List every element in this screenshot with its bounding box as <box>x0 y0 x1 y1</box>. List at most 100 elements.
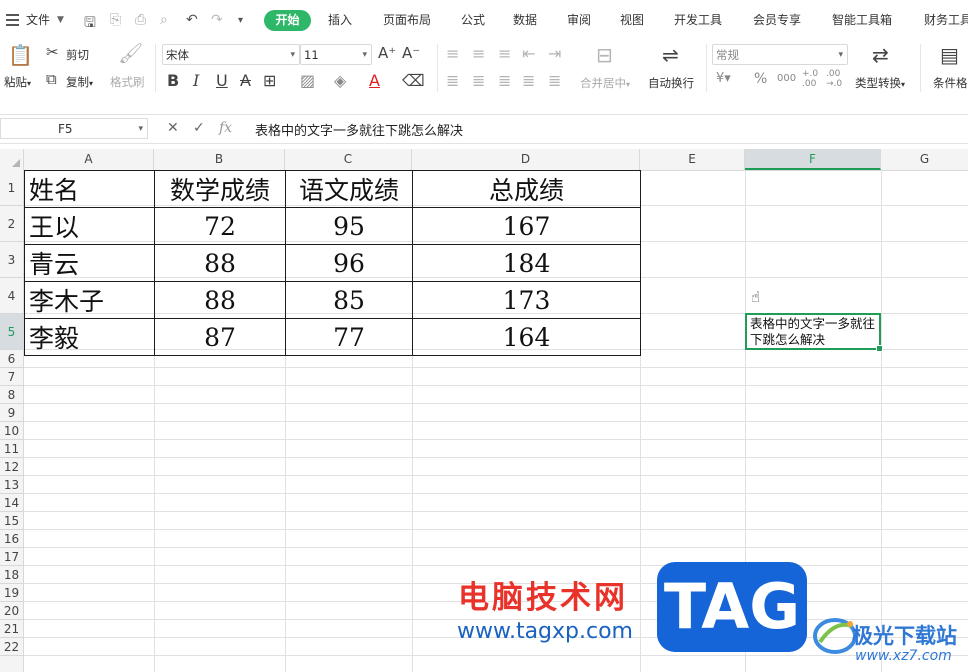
tab-start[interactable]: 开始 <box>264 10 311 31</box>
table-cell[interactable]: 184 <box>412 244 641 282</box>
row-header-5[interactable]: 5 <box>0 314 23 350</box>
row-header-14[interactable]: 14 <box>0 494 23 512</box>
paste-icon[interactable]: 📋 <box>8 43 33 67</box>
distributed-align-icon[interactable]: ≣ <box>548 71 561 90</box>
column-header-a[interactable]: A <box>24 149 154 170</box>
select-all-corner[interactable] <box>0 149 24 170</box>
save-icon[interactable]: 🖫 <box>84 12 96 36</box>
font-shrink-button[interactable]: A⁻ <box>402 44 420 62</box>
auto-wrap-button[interactable]: 自动换行 <box>648 75 694 91</box>
row-header-20[interactable]: 20 <box>0 602 23 620</box>
row-header-3[interactable]: 3 <box>0 242 23 278</box>
row-header-2[interactable]: 2 <box>0 206 23 242</box>
increase-decimal-button[interactable]: +.0 .00 <box>802 69 820 89</box>
table-cell[interactable]: 173 <box>412 281 641 319</box>
table-cell[interactable]: 95 <box>285 207 413 245</box>
align-top-icon[interactable]: ≡ <box>446 44 459 63</box>
thousand-separator-button[interactable]: 000 <box>777 73 796 84</box>
scissors-icon[interactable]: ✂ <box>46 43 59 61</box>
font-color-button[interactable]: A <box>369 71 380 90</box>
row-header-15[interactable]: 15 <box>0 512 23 530</box>
column-header-f[interactable]: F <box>745 149 881 170</box>
column-header-e[interactable]: E <box>640 149 745 170</box>
row-header-9[interactable]: 9 <box>0 404 23 422</box>
print-preview-icon[interactable]: ⌕ <box>160 12 168 28</box>
table-header-cell[interactable]: 语文成绩 <box>285 170 413 208</box>
border-icon[interactable]: ⊞ <box>263 71 276 90</box>
fill-pattern-icon[interactable]: ▨ <box>300 71 315 90</box>
align-middle-icon[interactable]: ≡ <box>472 44 485 63</box>
table-cell[interactable]: 164 <box>412 318 641 356</box>
align-center-icon[interactable]: ≣ <box>472 71 485 90</box>
row-header-8[interactable]: 8 <box>0 386 23 404</box>
row-header-21[interactable]: 21 <box>0 620 23 638</box>
number-format-select[interactable]: 常规 ▾ <box>712 44 848 65</box>
font-grow-button[interactable]: A⁺ <box>378 44 396 62</box>
conditional-format-button[interactable]: 条件格式 <box>933 75 968 91</box>
tab-developer[interactable]: 开发工具 <box>674 11 722 28</box>
tab-member[interactable]: 会员专享 <box>753 11 801 28</box>
row-header-10[interactable]: 10 <box>0 422 23 440</box>
table-header-cell[interactable]: 姓名 <box>24 170 155 208</box>
table-cell[interactable]: 87 <box>154 318 286 356</box>
tab-data[interactable]: 数据 <box>513 11 537 28</box>
row-header-18[interactable]: 18 <box>0 566 23 584</box>
tab-smart-toolbox[interactable]: 智能工具箱 <box>832 11 892 28</box>
bold-button[interactable]: B <box>167 71 179 90</box>
conditional-format-icon[interactable]: ▤ <box>940 43 959 67</box>
align-bottom-icon[interactable]: ≡ <box>498 44 511 63</box>
active-cell-f5[interactable]: 表格中的文字一多就往下跳怎么解决 <box>745 313 883 352</box>
table-cell[interactable]: 96 <box>285 244 413 282</box>
copy-button[interactable]: 复制▾ <box>66 74 93 90</box>
currency-icon[interactable]: ¥▾ <box>716 71 731 86</box>
align-left-icon[interactable]: ≣ <box>446 71 459 90</box>
file-menu[interactable]: 文件 <box>26 11 50 28</box>
row-header-22[interactable]: 22 <box>0 638 23 656</box>
row-header-19[interactable]: 19 <box>0 584 23 602</box>
confirm-icon[interactable]: ✓ <box>193 120 205 136</box>
underline-button[interactable]: U <box>216 71 228 90</box>
table-cell[interactable]: 72 <box>154 207 286 245</box>
formula-input[interactable]: 表格中的文字一多就往下跳怎么解决 <box>255 120 463 139</box>
tab-formula[interactable]: 公式 <box>461 11 485 28</box>
tab-review[interactable]: 审阅 <box>567 11 591 28</box>
strikethrough-button[interactable]: A <box>240 71 251 90</box>
type-convert-icon[interactable]: ⇄ <box>872 43 889 67</box>
align-right-icon[interactable]: ≣ <box>498 71 511 90</box>
percent-button[interactable]: % <box>754 71 767 87</box>
type-convert-button[interactable]: 类型转换▾ <box>855 75 905 91</box>
row-header-6[interactable]: 6 <box>0 350 23 368</box>
auto-wrap-icon[interactable]: ⇌ <box>662 43 679 67</box>
font-name-select[interactable]: 宋体 ▾ <box>162 44 300 65</box>
paste-button[interactable]: 粘贴▾ <box>4 74 31 90</box>
column-header-d[interactable]: D <box>412 149 640 170</box>
row-header-16[interactable]: 16 <box>0 530 23 548</box>
tab-insert[interactable]: 插入 <box>328 11 352 28</box>
font-size-select[interactable]: 11 ▾ <box>300 44 372 65</box>
menu-icon[interactable] <box>6 14 19 29</box>
redo-icon[interactable]: ↷ <box>211 12 223 28</box>
eraser-icon[interactable]: ⌫ <box>402 71 425 90</box>
row-header-7[interactable]: 7 <box>0 368 23 386</box>
column-header-c[interactable]: C <box>285 149 412 170</box>
tab-finance-tools[interactable]: 财务工具 <box>924 11 968 28</box>
format-painter-button[interactable]: 格式刷 <box>110 74 145 90</box>
table-cell[interactable]: 88 <box>154 281 286 319</box>
fill-handle[interactable] <box>876 345 883 352</box>
table-header-cell[interactable]: 数学成绩 <box>154 170 286 208</box>
format-painter-icon[interactable]: 🖌 <box>118 41 143 65</box>
fx-button[interactable]: fx <box>219 120 232 136</box>
row-header-17[interactable]: 17 <box>0 548 23 566</box>
indent-increase-icon[interactable]: ⇥ <box>548 44 561 63</box>
row-header-12[interactable]: 12 <box>0 458 23 476</box>
column-header-g[interactable]: G <box>881 149 968 170</box>
table-cell[interactable]: 77 <box>285 318 413 356</box>
merge-center-button[interactable]: 合并居中▾ <box>580 75 630 91</box>
merge-center-icon[interactable]: ⊟ <box>596 43 613 67</box>
chevron-down-icon[interactable]: ▼ <box>57 15 64 25</box>
italic-button[interactable]: I <box>193 71 199 90</box>
row-header-4[interactable]: 4 <box>0 278 23 314</box>
chevron-down-icon[interactable]: ▾ <box>138 119 143 139</box>
print-icon[interactable]: ⎙ <box>135 12 146 28</box>
table-cell[interactable]: 李毅 <box>24 318 155 356</box>
